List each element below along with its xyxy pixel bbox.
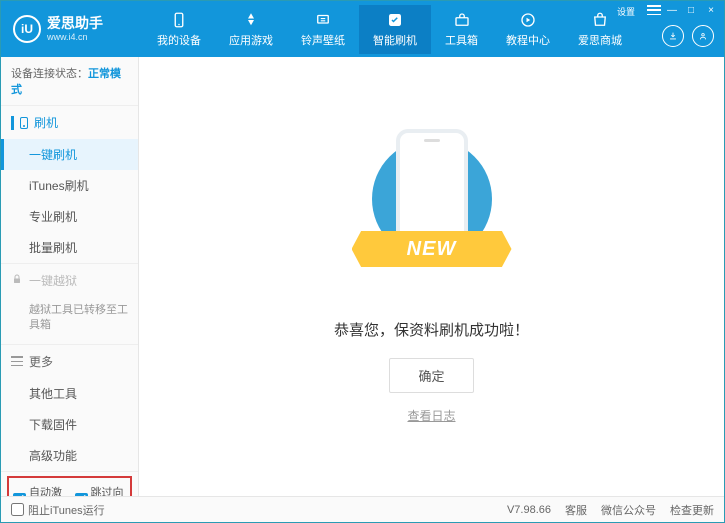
apps-icon <box>242 11 260 29</box>
window-controls: 设置 — □ × <box>614 5 718 18</box>
nav-my-device[interactable]: 我的设备 <box>143 5 215 54</box>
success-illustration: NEW <box>352 129 512 299</box>
sidebar-item-pro-flash[interactable]: 专业刷机 <box>1 201 138 232</box>
app-url: www.i4.cn <box>47 32 103 43</box>
logo-icon: iU <box>13 15 41 43</box>
checkbox-skip-guide[interactable]: 跳过向导 <box>75 484 127 496</box>
sidebar-section-jailbreak[interactable]: 一键越狱 <box>1 264 138 297</box>
options-highlighted: 自动激活 跳过向导 <box>7 476 132 496</box>
nav-label: 应用游戏 <box>229 32 273 48</box>
customer-service-link[interactable]: 客服 <box>565 502 587 518</box>
minimize-button[interactable]: — <box>664 5 678 18</box>
menu-icon[interactable] <box>644 5 658 18</box>
store-icon <box>591 11 609 29</box>
ok-button[interactable]: 确定 <box>389 358 473 393</box>
nav-label: 教程中心 <box>506 32 550 48</box>
flash-icon <box>386 11 404 29</box>
logo: iU 爱思助手 www.i4.cn <box>13 15 103 43</box>
user-icon[interactable] <box>692 25 714 47</box>
new-ribbon: NEW <box>352 231 512 267</box>
titlebar: 设置 — □ × iU 爱思助手 www.i4.cn 我的设备 应用游戏 <box>1 1 724 57</box>
sidebar-item-itunes-flash[interactable]: iTunes刷机 <box>1 170 138 201</box>
nav-flash[interactable]: 智能刷机 <box>359 5 431 54</box>
nav-apps[interactable]: 应用游戏 <box>215 5 287 54</box>
sidebar-item-batch-flash[interactable]: 批量刷机 <box>1 232 138 263</box>
phone-icon <box>20 117 28 129</box>
sidebar-section-flash[interactable]: 刷机 <box>1 106 138 139</box>
nav-label: 工具箱 <box>445 32 478 48</box>
sidebar-item-advanced[interactable]: 高级功能 <box>1 440 138 471</box>
view-log-link[interactable]: 查看日志 <box>407 407 455 424</box>
toolbox-icon <box>453 11 471 29</box>
main-panel: NEW 恭喜您，保资料刷机成功啦！ 确定 查看日志 <box>139 57 724 496</box>
nav-label: 铃声壁纸 <box>301 32 345 48</box>
close-button[interactable]: × <box>704 5 718 18</box>
success-message: 恭喜您，保资料刷机成功啦！ <box>334 319 529 340</box>
checkbox-block-itunes[interactable]: 阻止iTunes运行 <box>11 502 105 518</box>
nav-tutorial[interactable]: 教程中心 <box>492 5 564 54</box>
tutorial-icon <box>519 11 537 29</box>
settings-icon[interactable]: 设置 <box>614 5 638 18</box>
nav-label: 智能刷机 <box>373 32 417 48</box>
sidebar-section-more[interactable]: 更多 <box>1 345 138 378</box>
wechat-link[interactable]: 微信公众号 <box>601 502 656 518</box>
version-label: V7.98.66 <box>507 504 551 516</box>
sidebar-item-download-firmware[interactable]: 下载固件 <box>1 409 138 440</box>
statusbar: 阻止iTunes运行 V7.98.66 客服 微信公众号 检查更新 <box>1 496 724 522</box>
menu-icon <box>11 356 23 366</box>
main-nav: 我的设备 应用游戏 铃声壁纸 智能刷机 工具箱 教程中心 <box>143 5 636 54</box>
check-update-link[interactable]: 检查更新 <box>670 502 714 518</box>
nav-ringtone[interactable]: 铃声壁纸 <box>287 5 359 54</box>
sidebar-item-other-tools[interactable]: 其他工具 <box>1 378 138 409</box>
phone-icon <box>170 11 188 29</box>
lock-icon <box>11 273 23 288</box>
app-name: 爱思助手 <box>47 15 103 32</box>
connection-status: 设备连接状态：正常模式 <box>1 57 138 106</box>
jailbreak-note: 越狱工具已转移至工具箱 <box>1 297 138 344</box>
ringtone-icon <box>314 11 332 29</box>
nav-label: 爱思商城 <box>578 32 622 48</box>
nav-toolbox[interactable]: 工具箱 <box>431 5 492 54</box>
sidebar: 设备连接状态：正常模式 刷机 一键刷机 iTunes刷机 专业刷机 批量刷机 <box>1 57 139 496</box>
checkbox-auto-activate[interactable]: 自动激活 <box>13 484 65 496</box>
sidebar-item-oneclick-flash[interactable]: 一键刷机 <box>1 139 138 170</box>
maximize-button[interactable]: □ <box>684 5 698 18</box>
download-icon[interactable] <box>662 25 684 47</box>
nav-label: 我的设备 <box>157 32 201 48</box>
